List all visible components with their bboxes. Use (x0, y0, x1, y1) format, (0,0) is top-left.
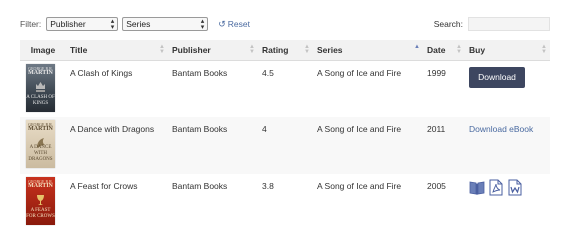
column-header-rating[interactable]: Rating ▲ ▼ (258, 40, 313, 61)
reset-label: Reset (227, 19, 251, 29)
book-cover-image: GEORGE R.R. MARTIN A CLASH OF KINGS (26, 63, 55, 112)
book-title: A Clash of Kings (70, 67, 133, 78)
book-rating: 3.8 (262, 181, 274, 191)
book-series: A Song of Ice and Fire (317, 67, 402, 78)
sort-ascending-icon: ▲ (414, 44, 420, 50)
download-button[interactable]: Download (469, 66, 525, 88)
download-ebook-link[interactable]: Download eBook (469, 124, 533, 134)
search-label: Search: (433, 19, 463, 29)
book-date: 1999 (427, 67, 446, 78)
book-publisher: Bantam Books (172, 67, 228, 78)
column-header-date[interactable]: Date ▲ ▼ (423, 40, 465, 61)
book-cover-image: GEORGE R.R. MARTIN A FEAST FOR CROWS (26, 177, 55, 225)
column-header-title[interactable]: Title ▲ ▼ (66, 40, 168, 61)
format-icons (469, 179, 546, 196)
book-cover-image: GEORGE R.R. MARTIN A DANCE WITH DRAGONS (26, 120, 55, 168)
table-row: GEORGE R.R. MARTIN A CLASH OF KINGS A Cl… (20, 60, 550, 117)
sort-icon: ▲ ▼ (249, 44, 255, 55)
select-arrows-icon: ▴ ▾ (200, 18, 205, 31)
column-header-image: Image (20, 40, 66, 61)
book-series: A Song of Ice and Fire (317, 124, 402, 134)
column-header-publisher[interactable]: Publisher ▲ ▼ (168, 40, 258, 61)
books-table: Image Title ▲ ▼ Publisher ▲ ▼ Rating ▲ ▼ Serie… (20, 40, 550, 231)
series-select-value: Series (126, 19, 151, 29)
pdf-icon[interactable] (488, 179, 504, 196)
book-rating: 4 (262, 124, 267, 134)
filter-label: Filter: (20, 19, 42, 29)
sort-icon: ▲ ▼ (159, 44, 165, 55)
publisher-select-value: Publisher (50, 19, 86, 29)
column-header-title-label: Title (70, 44, 88, 55)
table-row: GEORGE R.R. MARTIN A FEAST FOR CROWS A F… (20, 174, 550, 231)
book-title: A Feast for Crows (70, 181, 138, 191)
reset-button[interactable]: ↺ Reset (218, 19, 250, 30)
column-header-series-label: Series (317, 44, 343, 55)
book-publisher: Bantam Books (172, 124, 228, 134)
reset-icon: ↺ (218, 18, 226, 29)
column-header-publisher-label: Publisher (172, 44, 211, 55)
filter-toolbar: Filter: Publisher ▴ ▾ Series ▴ ▾ ↺ Reset S… (20, 16, 550, 32)
publisher-select[interactable]: Publisher ▴ ▾ (46, 17, 119, 31)
word-doc-icon[interactable] (507, 179, 523, 196)
book-date: 2005 (427, 181, 446, 191)
search-input[interactable] (468, 17, 550, 31)
series-select[interactable]: Series ▴ ▾ (122, 17, 209, 31)
sort-icon: ▲ ▼ (304, 44, 310, 55)
book-title: A Dance with Dragons (70, 124, 155, 134)
column-header-series[interactable]: Series ▲ (313, 40, 423, 61)
chalice-emblem-icon (37, 195, 44, 205)
ebook-icon[interactable] (469, 179, 485, 196)
sort-icon: ▲ ▼ (456, 44, 462, 55)
column-header-buy-label: Buy (469, 44, 486, 55)
book-publisher: Bantam Books (172, 181, 228, 191)
column-header-rating-label: Rating (262, 44, 289, 55)
sort-icon: ▲ ▼ (541, 44, 547, 55)
column-header-date-label: Date (427, 44, 446, 55)
crown-emblem-icon (36, 81, 45, 92)
book-rating: 4.5 (262, 67, 274, 78)
book-series: A Song of Ice and Fire (317, 181, 402, 191)
column-header-buy[interactable]: Buy ▲ ▼ (465, 40, 550, 61)
table-header-row: Image Title ▲ ▼ Publisher ▲ ▼ Rating ▲ ▼ Serie… (20, 40, 550, 61)
table-row: GEORGE R.R. MARTIN A DANCE WITH DRAGONS … (20, 117, 550, 174)
select-arrows-icon: ▴ ▾ (110, 18, 115, 31)
book-date: 2011 (427, 124, 446, 134)
search-area: Search: (434, 17, 550, 31)
